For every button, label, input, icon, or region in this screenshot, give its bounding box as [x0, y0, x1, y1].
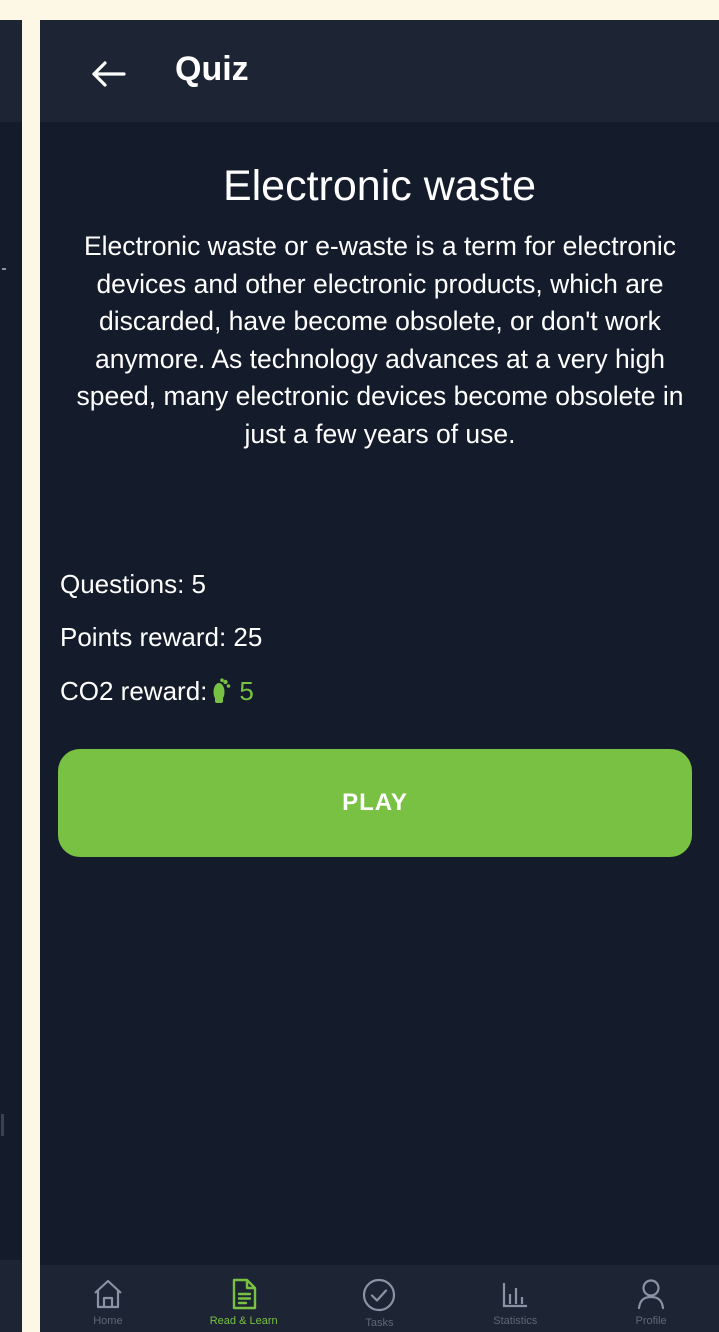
nav-item-statistics[interactable]: Statistics	[455, 1265, 575, 1329]
play-button-label: PLAY	[342, 789, 408, 816]
background-app-bar	[0, 20, 22, 122]
background-scrollbar	[1, 1114, 4, 1136]
nav-label-home: Home	[93, 1315, 123, 1327]
nav-item-profile[interactable]: Profile	[591, 1265, 711, 1329]
questions-info: Questions: 5	[60, 566, 206, 602]
background-mark	[2, 268, 6, 270]
nav-label-statistics: Statistics	[493, 1315, 538, 1327]
co2-reward-value: 5	[239, 676, 254, 706]
document-icon	[232, 1278, 256, 1310]
footprint-icon	[213, 678, 231, 703]
points-reward-info: Points reward: 25	[60, 619, 262, 655]
nav-item-read-learn[interactable]: Read & Learn	[184, 1265, 304, 1329]
nav-item-tasks[interactable]: Tasks	[319, 1265, 439, 1331]
co2-reward-info: CO2 reward: 5	[60, 673, 254, 709]
page-title: Quiz	[175, 50, 249, 88]
quiz-title: Electronic waste	[222, 162, 537, 210]
bottom-navigation: Home Read & Learn Tasks Statistics Profi…	[40, 1265, 719, 1332]
arrow-left-icon	[92, 61, 126, 87]
app-bar: Quiz	[40, 20, 719, 122]
nav-item-home[interactable]: Home	[48, 1265, 168, 1329]
points-reward-label: Points reward:	[60, 622, 227, 652]
quiz-screen: Quiz Electronic waste Electronic waste o…	[40, 20, 719, 1332]
check-circle-icon	[363, 1278, 396, 1312]
background-screen-panel	[0, 20, 22, 1332]
person-icon	[637, 1279, 665, 1310]
nav-label-tasks: Tasks	[365, 1317, 394, 1329]
points-reward-value: 25	[233, 622, 263, 652]
bar-chart-icon	[503, 1283, 528, 1308]
quiz-description: Electronic waste or e-waste is a term fo…	[76, 231, 684, 449]
background-bottom-nav	[0, 1260, 22, 1332]
questions-value: 5	[191, 569, 206, 599]
back-button[interactable]	[88, 54, 128, 94]
home-icon	[94, 1279, 122, 1309]
nav-label-profile: Profile	[635, 1315, 667, 1327]
questions-label: Questions:	[60, 569, 185, 599]
play-button[interactable]: PLAY	[58, 749, 692, 857]
co2-reward-label: CO2 reward:	[60, 676, 208, 706]
nav-label-read-learn: Read & Learn	[209, 1315, 278, 1327]
